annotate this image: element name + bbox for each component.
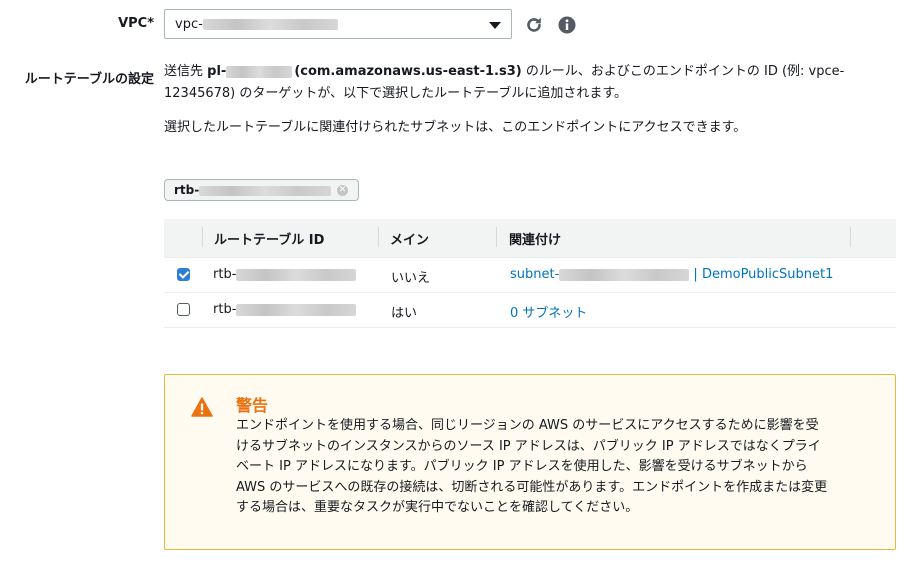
route-table-id-prefix: rtb- — [213, 302, 237, 317]
column-divider — [202, 227, 203, 247]
desc-prefix: 送信先 — [164, 64, 208, 79]
subnet-prefix: subnet- — [510, 267, 560, 282]
redacted-subnet-id — [559, 268, 690, 281]
vpc-select-value: vpc- — [175, 17, 338, 32]
column-divider — [378, 227, 379, 247]
route-table-list: ルートテーブル ID メイン 関連付け rtb- いいえ subnet- | D… — [164, 219, 896, 328]
route-table-token: rtb- ✕ — [164, 179, 359, 201]
row-checkbox[interactable] — [177, 303, 190, 316]
warning-line: けるサブネットのインスタンスからのソース IP アドレスは、パブリック IP ア… — [236, 438, 821, 454]
warning-line: エンドポイントを使用する場合、同じリージョンの AWS のサービスにアクセスする… — [236, 418, 819, 433]
route-table-id: rtb- — [213, 267, 357, 282]
column-divider — [850, 227, 851, 247]
chevron-down-icon — [489, 22, 501, 29]
warning-icon — [191, 397, 213, 421]
token-prefix: rtb- — [174, 183, 200, 197]
vpc-id-prefix: vpc- — [175, 17, 203, 32]
column-divider — [496, 227, 497, 247]
warning-line: する場合は、重要なタスクが実行中でないことを確認してください。 — [236, 500, 639, 515]
info-icon[interactable] — [558, 16, 578, 36]
main-value: いいえ — [391, 271, 431, 286]
redacted-prefix-list — [226, 65, 293, 78]
col-association[interactable]: 関連付け — [509, 229, 561, 248]
warning-title: 警告 — [236, 396, 269, 415]
redacted-rtb-id — [236, 268, 357, 281]
table-row[interactable]: rtb- はい 0 サブネット — [164, 293, 896, 328]
vpc-label: VPC* — [118, 16, 154, 31]
route-table-description: 送信先 pl- (com.amazonaws.us-east-1.s3) のルール… — [164, 61, 854, 105]
route-table-label: ルートテーブルの設定 — [24, 72, 154, 87]
warning-line: AWS のサービスへの既存の接続は、切断される可能性があります。エンドポイントを… — [236, 479, 828, 495]
association-value: subnet- | DemoPublicSubnet1 — [510, 267, 833, 282]
prefix-list-id: pl- — [207, 64, 227, 79]
subnets-link[interactable]: 0 サブネット — [510, 302, 587, 321]
warning-line: ベート IP アドレスになります。パブリック IP アドレスを使用した、影響を受… — [236, 459, 808, 474]
warning-alert: 警告 エンドポイントを使用する場合、同じリージョンの AWS のサービスにアクセ… — [164, 374, 896, 550]
remove-token-icon[interactable]: ✕ — [337, 185, 348, 196]
main-value: はい — [391, 306, 418, 321]
warning-message: エンドポイントを使用する場合、同じリージョンの AWS のサービスにアクセスする… — [236, 416, 876, 519]
redacted-token-id — [199, 185, 332, 196]
col-route-table-id[interactable]: ルートテーブル ID — [214, 229, 324, 248]
subnet-link[interactable]: subnet- — [510, 267, 690, 282]
refresh-icon[interactable] — [524, 15, 544, 35]
route-table-id: rtb- — [213, 302, 357, 317]
row-checkbox[interactable] — [177, 268, 190, 281]
token-label: rtb- — [174, 183, 332, 197]
route-table-access-note: 選択したルートテーブルに関連付けられたサブネットは、このエンドポイントにアクセス… — [164, 120, 747, 135]
subnet-name[interactable]: | DemoPublicSubnet1 — [689, 267, 833, 282]
table-header: ルートテーブル ID メイン 関連付け — [164, 219, 896, 258]
service-name: (com.amazonaws.us-east-1.s3) — [294, 64, 522, 79]
redacted-vpc-id — [202, 19, 338, 30]
redacted-rtb-id — [236, 303, 357, 316]
table-row[interactable]: rtb- いいえ subnet- | DemoPublicSubnet1 — [164, 258, 896, 293]
col-main[interactable]: メイン — [390, 229, 429, 248]
route-table-id-prefix: rtb- — [213, 267, 237, 282]
vpc-select[interactable]: vpc- — [164, 9, 512, 39]
